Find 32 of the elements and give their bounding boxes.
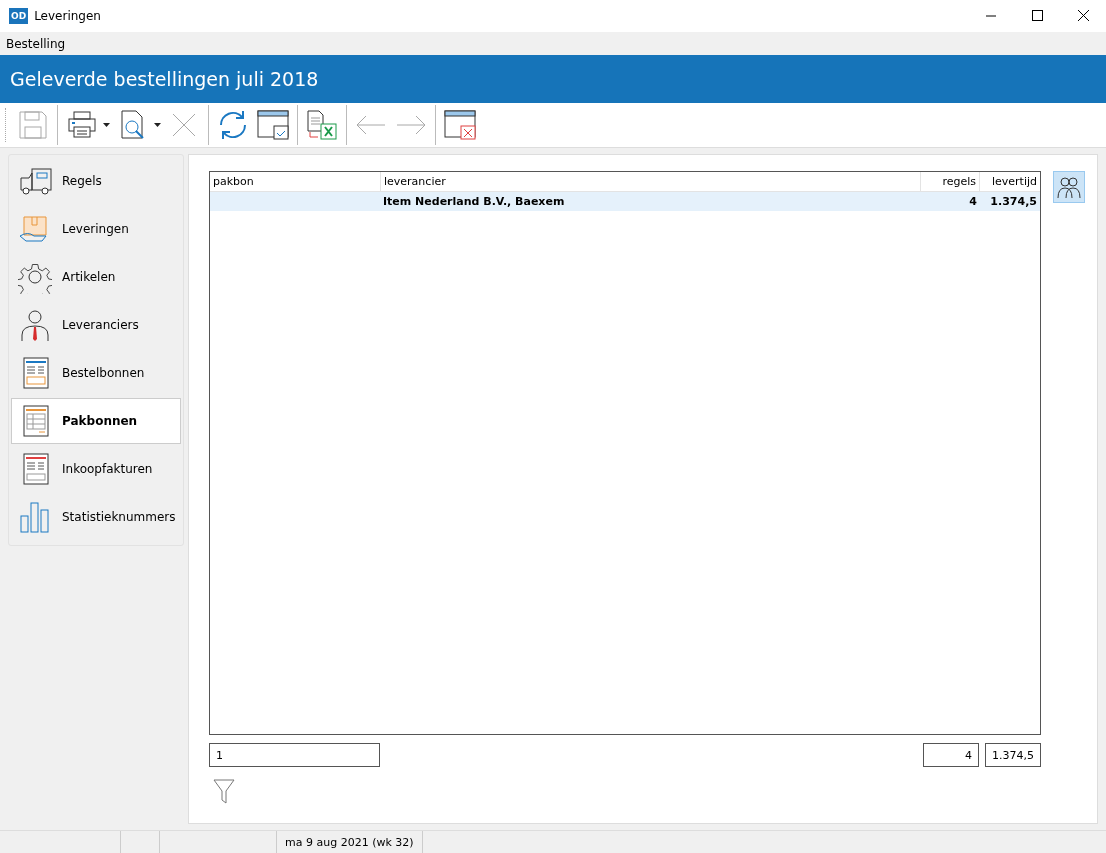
- column-header[interactable]: leverancier: [381, 172, 921, 191]
- window-cross-icon: [443, 108, 477, 142]
- total-field: 1: [209, 743, 380, 767]
- sidebar-item[interactable]: Pakbonnen: [11, 398, 181, 444]
- page-header: Geleverde bestellingen juli 2018: [0, 55, 1106, 103]
- total-field: 4: [923, 743, 979, 767]
- bar-chart-icon: [18, 500, 52, 534]
- filter-icon[interactable]: [213, 779, 235, 805]
- table-row[interactable]: Item Nederland B.V., Baexem 4 1.374,5: [210, 192, 1040, 211]
- sidebar-item[interactable]: Leveranciers: [11, 302, 181, 348]
- sidebar-item[interactable]: Leveringen: [11, 206, 181, 252]
- table-cell: Item Nederland B.V., Baexem: [383, 195, 565, 208]
- total-field: 1.374,5: [985, 743, 1041, 767]
- sidebar-item[interactable]: Artikelen: [11, 254, 181, 300]
- sidebar-item[interactable]: Bestelbonnen: [11, 350, 181, 396]
- window-title: Leveringen: [34, 9, 102, 23]
- table-cell: 1.374,5: [990, 195, 1037, 208]
- app-logo: OD: [9, 8, 29, 24]
- menu-item[interactable]: Bestelling: [6, 36, 66, 51]
- two-people-icon: [1056, 174, 1082, 200]
- window-checkmark-icon: [256, 108, 290, 142]
- sidebar-item[interactable]: Inkoopfakturen: [11, 446, 181, 492]
- sidebar-item[interactable]: Statistieknummers: [11, 494, 181, 540]
- spreadsheet-export-icon: [305, 108, 339, 142]
- people-button[interactable]: [1053, 171, 1085, 203]
- column-header[interactable]: levertijd: [980, 172, 1040, 191]
- sidebar-item[interactable]: Regels: [11, 158, 181, 204]
- column-header[interactable]: pakbon: [210, 172, 381, 191]
- status-date: ma 9 aug 2021 (wk 32): [285, 835, 414, 849]
- column-header[interactable]: regels: [921, 172, 980, 191]
- table-cell: 4: [969, 195, 977, 208]
- person-icon: [18, 308, 52, 342]
